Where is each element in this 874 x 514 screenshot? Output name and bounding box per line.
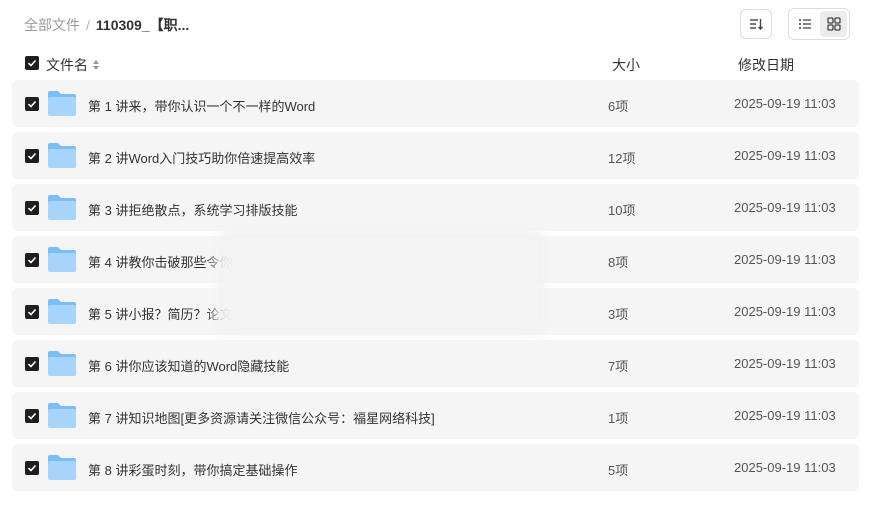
file-name[interactable]: 第 8 讲彩蛋时刻，带你搞定基础操作 [88,460,297,479]
folder-icon [48,403,76,428]
check-icon [27,412,37,420]
row-checkbox[interactable] [25,201,39,215]
file-row[interactable]: 第 1 讲来，带你认识一个不一样的Word 6项 2025-09-19 11:03 [12,80,859,127]
row-checkbox[interactable] [25,149,39,163]
folder-icon [48,195,76,220]
folder-icon [48,351,76,376]
check-icon [27,464,37,472]
check-icon [27,360,37,368]
grid-view-button[interactable] [820,11,847,37]
folder-icon [48,455,76,480]
file-modified-date: 2025-09-19 11:03 [734,304,836,319]
row-checkbox[interactable] [25,305,39,319]
file-row[interactable]: 第 3 讲拒绝散点，系统学习排版技能 10项 2025-09-19 11:03 [12,184,859,231]
row-checkbox[interactable] [25,97,39,111]
modified-column-header[interactable]: 修改日期 [738,55,794,75]
breadcrumb-current-folder: 110309_【职... [95,17,190,33]
sort-icon [750,19,763,30]
name-column-label: 文件名 [46,57,88,73]
folder-icon [48,91,76,116]
select-all-checkbox[interactable] [25,56,39,70]
file-modified-date: 2025-09-19 11:03 [734,356,836,371]
folder-icon [48,247,76,272]
view-mode-toggle [788,8,850,40]
breadcrumb-root-link[interactable]: 全部文件 [24,15,80,35]
folder-icon [48,299,76,324]
file-size: 6项 [608,99,629,114]
file-row[interactable]: 第 6 讲你应该知道的Word隐藏技能 7项 2025-09-19 11:03 [12,340,859,387]
file-modified-date: 2025-09-19 11:03 [734,408,836,423]
row-checkbox[interactable] [25,357,39,371]
file-size: 1项 [608,411,629,426]
folder-icon [48,143,76,168]
sort-button[interactable] [740,9,772,39]
column-header-row: 文件名 大小 修改日期 [0,52,874,76]
breadcrumb-separator: / [86,17,90,33]
file-size: 3项 [608,307,629,322]
top-bar: 全部文件 / 110309_【职... [0,0,874,48]
file-size: 7项 [608,359,629,374]
row-checkbox[interactable] [25,253,39,267]
list-view-button[interactable] [791,11,818,37]
file-row[interactable]: 第 2 讲Word入门技巧助你倍速提高效率 12项 2025-09-19 11:03 [12,132,859,179]
blurred-region [215,228,547,336]
file-row[interactable]: 第 7 讲知识地图[更多资源请关注微信公众号：福星网络科技] 1项 2025-09-… [12,392,859,439]
file-modified-date: 2025-09-19 11:03 [734,200,836,215]
check-icon [27,204,37,212]
breadcrumb: 全部文件 / 110309_【职... [24,15,189,35]
row-checkbox[interactable] [25,461,39,475]
name-column-header[interactable]: 文件名 [46,55,100,75]
file-size: 12项 [608,151,636,166]
file-size: 10项 [608,203,636,218]
file-modified-date: 2025-09-19 11:03 [734,96,836,111]
file-size: 8项 [608,255,629,270]
check-icon [27,152,37,160]
check-icon [27,100,37,108]
file-size: 5项 [608,463,629,478]
file-modified-date: 2025-09-19 11:03 [734,460,836,475]
file-name[interactable]: 第 5 讲小报？简历？论文 [88,304,232,323]
list-view-icon [798,19,811,29]
grid-view-icon [826,17,841,31]
file-name[interactable]: 第 4 讲教你击破那些令你 [88,252,232,271]
check-icon [27,308,37,316]
size-column-header[interactable]: 大小 [612,55,640,75]
row-checkbox[interactable] [25,409,39,423]
file-name[interactable]: 第 7 讲知识地图[更多资源请关注微信公众号：福星网络科技] [88,408,435,427]
check-icon [27,256,37,264]
sort-arrows-icon [93,60,99,70]
file-row[interactable]: 第 8 讲彩蛋时刻，带你搞定基础操作 5项 2025-09-19 11:03 [12,444,859,491]
file-name[interactable]: 第 2 讲Word入门技巧助你倍速提高效率 [88,148,315,167]
file-modified-date: 2025-09-19 11:03 [734,148,836,163]
file-modified-date: 2025-09-19 11:03 [734,252,836,267]
file-name[interactable]: 第 6 讲你应该知道的Word隐藏技能 [88,356,289,375]
file-name[interactable]: 第 3 讲拒绝散点，系统学习排版技能 [88,200,297,219]
check-icon [27,59,37,67]
file-name[interactable]: 第 1 讲来，带你认识一个不一样的Word [88,96,315,115]
